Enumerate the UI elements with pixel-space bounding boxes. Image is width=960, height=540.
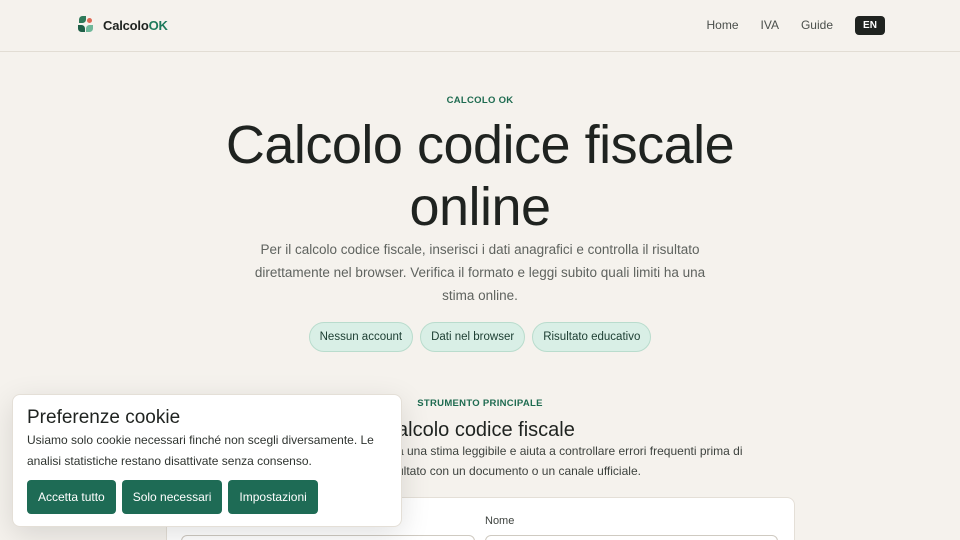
pill-browser-data: Dati nel browser — [420, 322, 526, 352]
nome-field-label: Nome — [485, 515, 515, 527]
nav-link-home[interactable]: Home — [707, 16, 739, 35]
nav-link-iva[interactable]: IVA — [761, 16, 779, 35]
pill-educational-result: Risultato educativo — [532, 322, 652, 352]
feature-pills: Nessun account Dati nel browser Risultat… — [0, 322, 960, 352]
tool-description-line-2: ultato con un documento o un canale uffi… — [397, 464, 641, 478]
accept-all-button[interactable]: Accetta tutto — [27, 480, 116, 514]
cookie-text: Usiamo solo cookie necessari finché non … — [27, 433, 374, 468]
tool-description-line-1: a una stima leggibile e aiuta a controll… — [397, 444, 743, 458]
hero-subtitle: Per il calcolo codice fiscale, inserisci… — [254, 242, 706, 303]
site-header: CalcoloOK Home IVA Guide EN — [0, 0, 960, 52]
brand-link[interactable]: CalcoloOK — [78, 16, 168, 34]
cookie-banner: Preferenze cookie Usiamo solo cookie nec… — [12, 394, 402, 527]
main-nav: Home IVA Guide EN — [707, 16, 885, 35]
cookie-settings-button[interactable]: Impostazioni — [228, 480, 318, 514]
brand-name-prefix: Calcolo — [103, 17, 149, 33]
necessary-only-button[interactable]: Solo necessari — [121, 480, 223, 514]
nome-field[interactable] — [485, 535, 778, 540]
language-toggle-button[interactable]: EN — [855, 16, 885, 35]
cognome-field[interactable] — [181, 535, 475, 540]
hero-eyebrow: CALCOLO OK — [446, 95, 514, 106]
page-title: Calcolo codice fiscale online — [225, 115, 735, 237]
tool-description: a una stima leggibile e aiuta a controll… — [397, 441, 777, 481]
nav-link-guide[interactable]: Guide — [801, 16, 833, 35]
cookie-actions: Accetta tutto Solo necessari Impostazion… — [27, 480, 318, 514]
brand-name: CalcoloOK — [103, 18, 168, 33]
tool-title: alcolo codice fiscale — [397, 419, 575, 441]
brand-logo-icon — [78, 16, 95, 34]
pill-no-account: Nessun account — [308, 322, 414, 352]
brand-name-suffix: OK — [148, 17, 168, 33]
cookie-title: Preferenze cookie — [27, 407, 181, 428]
